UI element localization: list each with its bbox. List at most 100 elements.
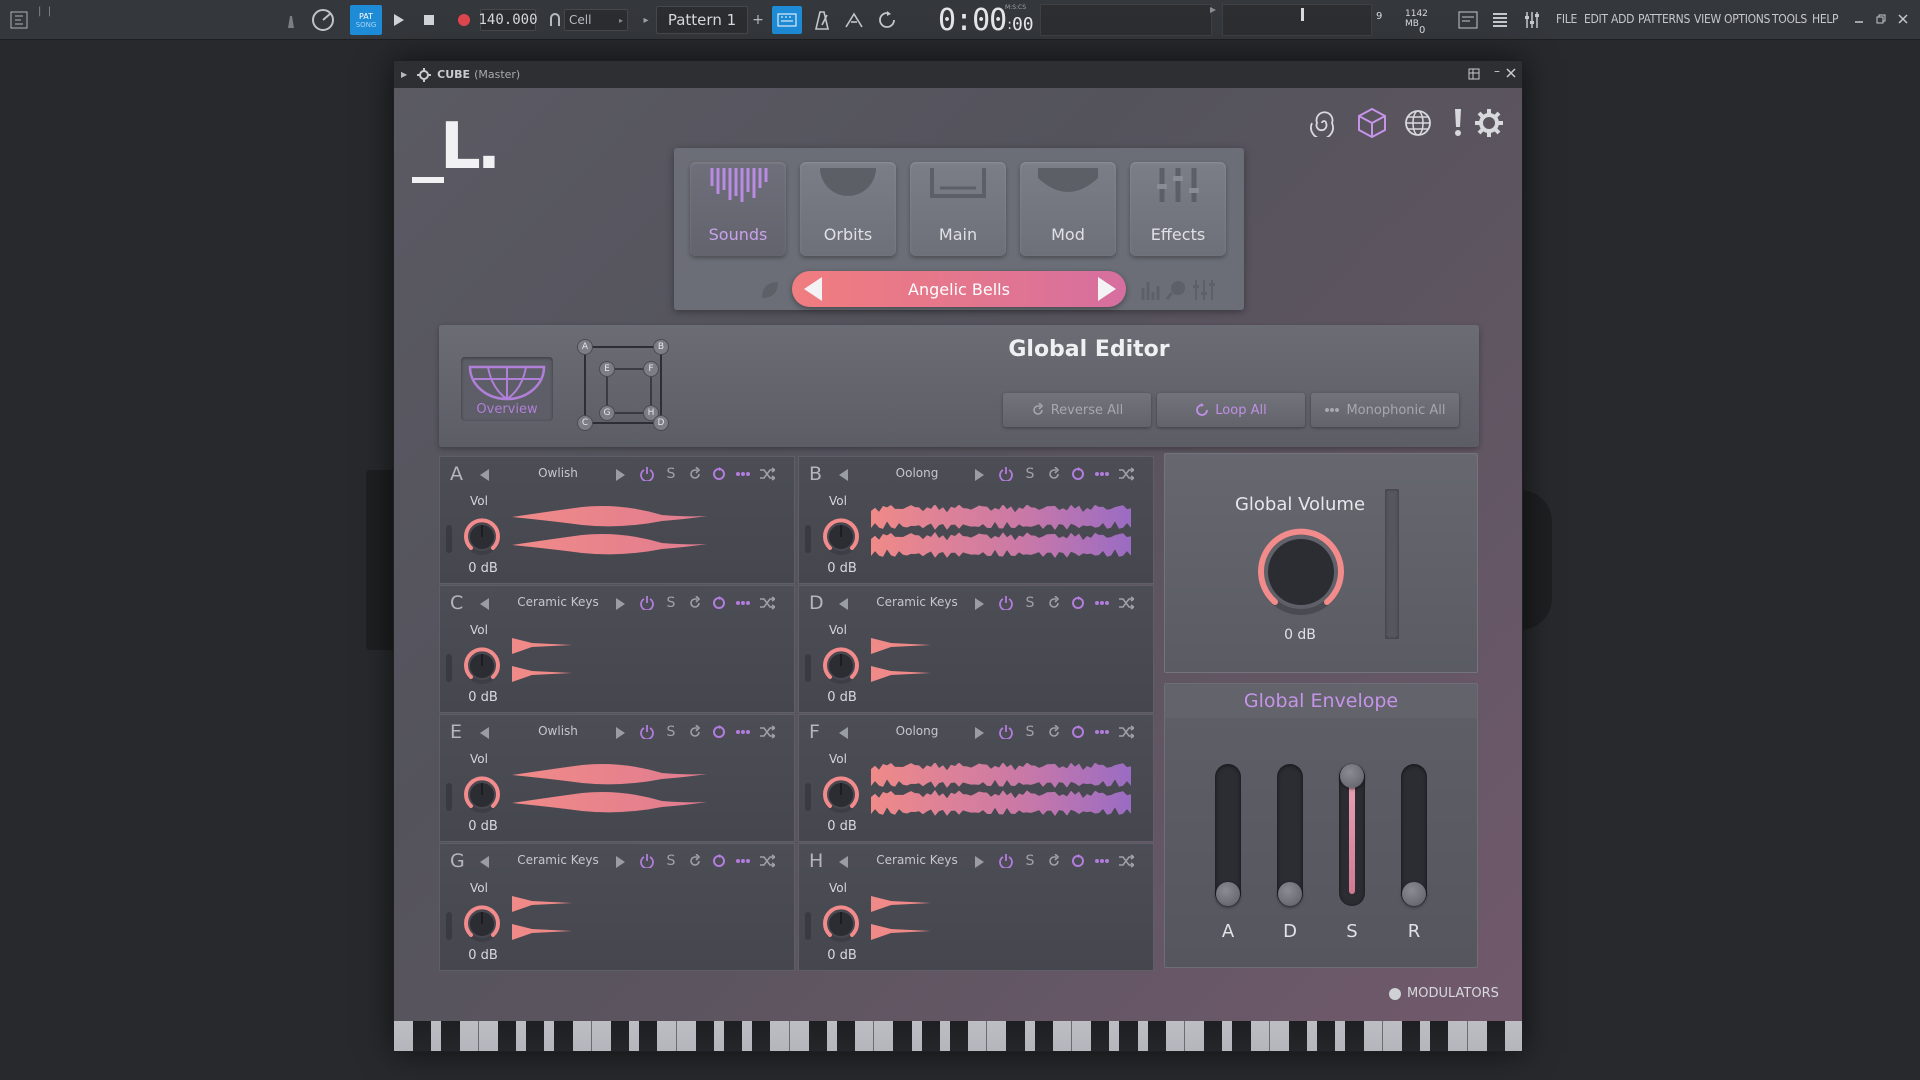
sample-prev-button[interactable] xyxy=(480,469,489,481)
pattern-prev-icon[interactable]: ▸ xyxy=(640,12,652,28)
black-key[interactable] xyxy=(836,1021,856,1051)
monophonic-all-button[interactable]: Monophonic All xyxy=(1311,393,1459,427)
sample-prev-button[interactable] xyxy=(839,856,848,868)
black-key[interactable] xyxy=(1006,1021,1025,1051)
loop-icon[interactable] xyxy=(1069,852,1087,870)
solo-icon[interactable]: S xyxy=(1021,594,1039,612)
sample-name[interactable]: Ceramic Keys xyxy=(498,595,618,609)
shuffle-icon[interactable] xyxy=(1117,594,1135,612)
sample-prev-button[interactable] xyxy=(839,727,848,739)
menu-file[interactable]: FILE xyxy=(1556,12,1577,26)
envelope-slider-d[interactable] xyxy=(1277,764,1303,906)
vol-knob[interactable] xyxy=(821,517,861,561)
channel-rack-icon[interactable] xyxy=(1488,10,1512,30)
slot-pan-fader[interactable] xyxy=(446,525,452,553)
collapse-arrow-icon[interactable]: ▶ xyxy=(401,70,407,79)
black-key[interactable] xyxy=(921,1021,940,1051)
slot-pan-fader[interactable] xyxy=(446,912,452,940)
loop-icon[interactable] xyxy=(1069,465,1087,483)
plugin-minimize-icon[interactable]: – xyxy=(1494,64,1500,78)
envelope-handle[interactable] xyxy=(1402,882,1426,906)
reverse-icon[interactable] xyxy=(686,852,704,870)
reverse-icon[interactable] xyxy=(1045,852,1063,870)
reverse-icon[interactable] xyxy=(1045,594,1063,612)
sample-name[interactable]: Owlish xyxy=(498,466,618,480)
shuffle-icon[interactable] xyxy=(1117,852,1135,870)
playlist-icon[interactable] xyxy=(1456,10,1480,30)
typing-keyboard-icon[interactable] xyxy=(772,6,802,34)
black-key[interactable] xyxy=(1232,1021,1251,1051)
metronome-icon[interactable] xyxy=(810,8,834,32)
shuffle-icon[interactable] xyxy=(1117,465,1135,483)
modulators-toggle[interactable]: MODULATORS xyxy=(1389,986,1499,1001)
shuffle-icon[interactable] xyxy=(758,723,776,741)
cube-icon[interactable] xyxy=(1357,107,1387,143)
more-dots-icon[interactable] xyxy=(1093,594,1111,612)
cube-node-e[interactable]: E xyxy=(599,361,615,377)
loop-icon[interactable] xyxy=(710,723,728,741)
settings-gear-icon[interactable] xyxy=(1474,108,1504,142)
menu-help[interactable]: HELP xyxy=(1812,12,1839,26)
more-dots-icon[interactable] xyxy=(1093,465,1111,483)
pat-song-toggle[interactable]: PAT SONG xyxy=(350,5,382,35)
black-key[interactable] xyxy=(1091,1021,1110,1051)
metronome-small-icon[interactable] xyxy=(284,14,298,30)
snap-select[interactable]: Cell ▸ xyxy=(564,9,628,31)
black-key[interactable] xyxy=(1430,1021,1449,1051)
piano-keyboard[interactable] xyxy=(394,1021,1522,1051)
black-key[interactable] xyxy=(1147,1021,1166,1051)
solo-icon[interactable]: S xyxy=(662,594,680,612)
add-pattern-button[interactable]: + xyxy=(750,10,766,30)
slot-pan-fader[interactable] xyxy=(446,783,452,811)
solo-icon[interactable]: S xyxy=(1021,723,1039,741)
vol-knob[interactable] xyxy=(462,775,502,819)
preset-selector[interactable]: Angelic Bells xyxy=(792,271,1126,307)
power-icon[interactable] xyxy=(638,852,656,870)
sample-name[interactable]: Owlish xyxy=(498,724,618,738)
envelope-slider-a[interactable] xyxy=(1215,764,1241,906)
more-dots-icon[interactable] xyxy=(734,465,752,483)
sample-name[interactable]: Oolong xyxy=(857,724,977,738)
power-icon[interactable] xyxy=(997,723,1015,741)
black-key[interactable] xyxy=(1034,1021,1053,1051)
black-key[interactable] xyxy=(1204,1021,1223,1051)
menu-add[interactable]: ADD xyxy=(1611,12,1634,26)
mixer-icon[interactable] xyxy=(1520,10,1544,30)
black-key[interactable] xyxy=(554,1021,573,1051)
menu-edit[interactable]: EDIT xyxy=(1584,12,1608,26)
shuffle-icon[interactable] xyxy=(758,852,776,870)
black-key[interactable] xyxy=(1317,1021,1336,1051)
overview-button[interactable]: Overview xyxy=(461,357,553,421)
sample-prev-button[interactable] xyxy=(480,727,489,739)
more-dots-icon[interactable] xyxy=(734,594,752,612)
loop-record-icon[interactable] xyxy=(875,8,899,32)
black-key[interactable] xyxy=(1486,1021,1505,1051)
bars-icon[interactable] xyxy=(1140,280,1162,304)
power-icon[interactable] xyxy=(997,465,1015,483)
stop-button[interactable] xyxy=(420,11,438,29)
vol-knob[interactable] xyxy=(821,646,861,690)
vol-knob[interactable] xyxy=(462,517,502,561)
globe-icon[interactable] xyxy=(1404,109,1432,141)
tab-mod[interactable]: Mod xyxy=(1020,162,1116,256)
envelope-slider-r[interactable] xyxy=(1401,764,1427,906)
black-key[interactable] xyxy=(610,1021,630,1051)
slot-pan-fader[interactable] xyxy=(805,525,811,553)
play-button[interactable] xyxy=(390,11,408,29)
black-key[interactable] xyxy=(526,1021,545,1051)
solo-icon[interactable]: S xyxy=(662,852,680,870)
menu-tools[interactable]: TOOLS xyxy=(1772,12,1807,26)
loop-icon[interactable] xyxy=(710,594,728,612)
solo-icon[interactable]: S xyxy=(662,723,680,741)
leaf-icon[interactable] xyxy=(758,278,782,306)
envelope-handle[interactable] xyxy=(1340,764,1364,788)
power-icon[interactable] xyxy=(638,723,656,741)
close-app-icon[interactable] xyxy=(1896,12,1910,26)
menu-patterns[interactable]: PATTERNS xyxy=(1638,12,1690,26)
loop-icon[interactable] xyxy=(1069,594,1087,612)
envelope-handle[interactable] xyxy=(1216,882,1240,906)
gear-icon[interactable] xyxy=(417,67,432,82)
plugin-menu-icon[interactable] xyxy=(1468,68,1480,83)
shuffle-icon[interactable] xyxy=(758,594,776,612)
wait-input-icon[interactable] xyxy=(842,8,866,32)
